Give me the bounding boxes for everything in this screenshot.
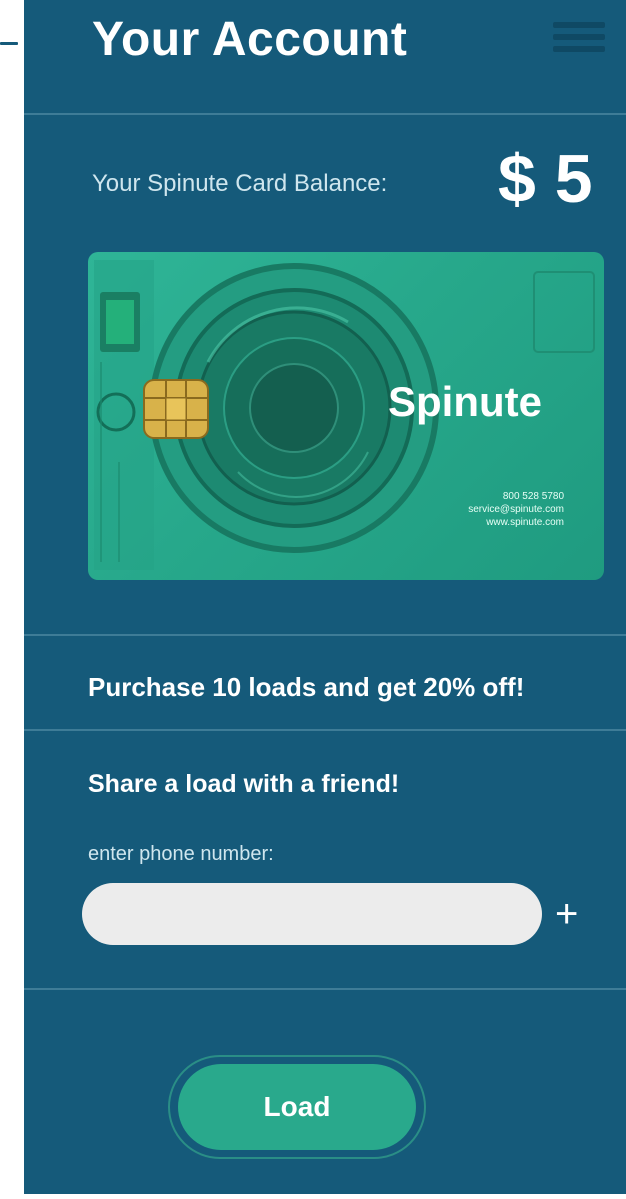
card-chip-icon (143, 379, 209, 439)
load-button[interactable]: Load (178, 1064, 416, 1150)
menu-bar (553, 34, 605, 40)
card-brand-name: Spinute (388, 378, 542, 425)
menu-bar (553, 46, 605, 52)
menu-bar (553, 22, 605, 28)
hamburger-menu-icon[interactable] (553, 22, 605, 60)
promo-divider (24, 729, 626, 731)
spinute-card: Spinute 800 528 5780 service@spinute.com… (88, 252, 604, 580)
promo-offer[interactable]: Purchase 10 loads and get 20% off! (88, 672, 524, 703)
phone-number-input[interactable] (82, 883, 542, 945)
add-phone-plus-icon[interactable]: + (555, 894, 578, 934)
card-contact-info: 800 528 5780 service@spinute.com www.spi… (344, 490, 564, 529)
share-divider (24, 988, 626, 990)
card-email: service@spinute.com (468, 504, 564, 515)
card-website: www.spinute.com (486, 517, 564, 528)
header-divider (24, 113, 626, 115)
card-divider (24, 634, 626, 636)
share-title: Share a load with a friend! (88, 770, 400, 798)
card-phone: 800 528 5780 (502, 491, 564, 502)
balance-label: Your Spinute Card Balance: (92, 170, 388, 197)
account-screen: Your Account Your Spinute Card Balance: … (0, 0, 626, 1194)
balance-amount: $ 5 (498, 141, 593, 217)
left-edge-strip (0, 0, 24, 1199)
page-title: Your Account (92, 13, 408, 66)
phone-number-label: enter phone number: (88, 843, 274, 865)
back-dash-icon[interactable] (0, 42, 18, 45)
